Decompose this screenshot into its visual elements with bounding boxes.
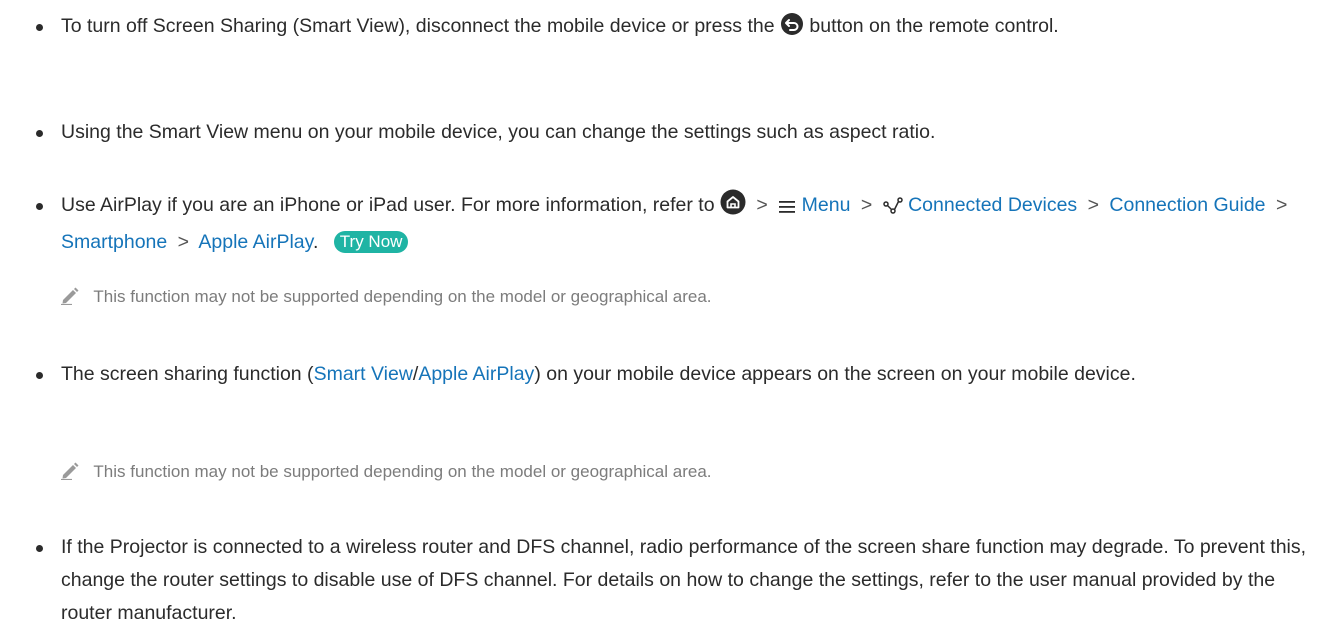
note-item: This function may not be supported depen… — [59, 285, 1299, 309]
bullet-item-dfs-channel: If the Projector is connected to a wirel… — [36, 531, 1307, 630]
bullet-text: The screen sharing function ( — [61, 363, 314, 385]
try-now-button[interactable]: Try Now — [333, 231, 409, 253]
note-item: This function may not be supported depen… — [59, 460, 1299, 484]
bullet-text: To turn off Screen Sharing (Smart View),… — [61, 15, 775, 37]
connected-devices-icon — [882, 193, 903, 226]
path-menu-link[interactable]: Menu — [802, 194, 851, 216]
manual-page: To turn off Screen Sharing (Smart View),… — [0, 0, 1322, 624]
bullet-item-turn-off-sharing: To turn off Screen Sharing (Smart View),… — [36, 10, 1307, 47]
path-connected-devices-link[interactable]: Connected Devices — [908, 194, 1077, 216]
note-text: This function may not be supported depen… — [93, 287, 712, 306]
bullet-item-airplay: Use AirPlay if you are an iPhone or iPad… — [36, 189, 1307, 259]
path-connection-guide-link[interactable]: Connection Guide — [1109, 194, 1265, 216]
path-separator: > — [1275, 194, 1288, 216]
home-icon — [720, 189, 746, 226]
return-icon — [780, 12, 804, 47]
path-separator: > — [756, 194, 768, 216]
pencil-icon — [59, 285, 81, 306]
note-text: This function may not be supported depen… — [93, 462, 712, 481]
bullet-text: Use AirPlay if you are an iPhone or iPad… — [61, 194, 715, 216]
bullet-item-smart-view-menu: Using the Smart View menu on your mobile… — [36, 116, 1307, 149]
pencil-icon — [59, 460, 81, 481]
apple-airplay-link[interactable]: Apple AirPlay — [418, 363, 534, 385]
path-separator: > — [177, 231, 190, 253]
path-apple-airplay-link[interactable]: Apple AirPlay — [198, 231, 313, 253]
bullet-item-screen-sharing-function: The screen sharing function (Smart View/… — [36, 358, 1307, 391]
path-smartphone-link[interactable]: Smartphone — [61, 231, 167, 253]
path-separator: > — [860, 194, 873, 216]
smart-view-link[interactable]: Smart View — [314, 363, 413, 385]
menu-icon — [778, 193, 796, 226]
path-separator: > — [1087, 194, 1099, 216]
period: . — [312, 231, 319, 253]
bullet-text: button on the remote control. — [809, 15, 1059, 37]
bullet-text: ) on your mobile device appears on the s… — [534, 363, 1136, 385]
bullet-text: If the Projector is connected to a wirel… — [61, 536, 1307, 624]
bullet-text: Using the Smart View menu on your mobile… — [61, 121, 936, 143]
